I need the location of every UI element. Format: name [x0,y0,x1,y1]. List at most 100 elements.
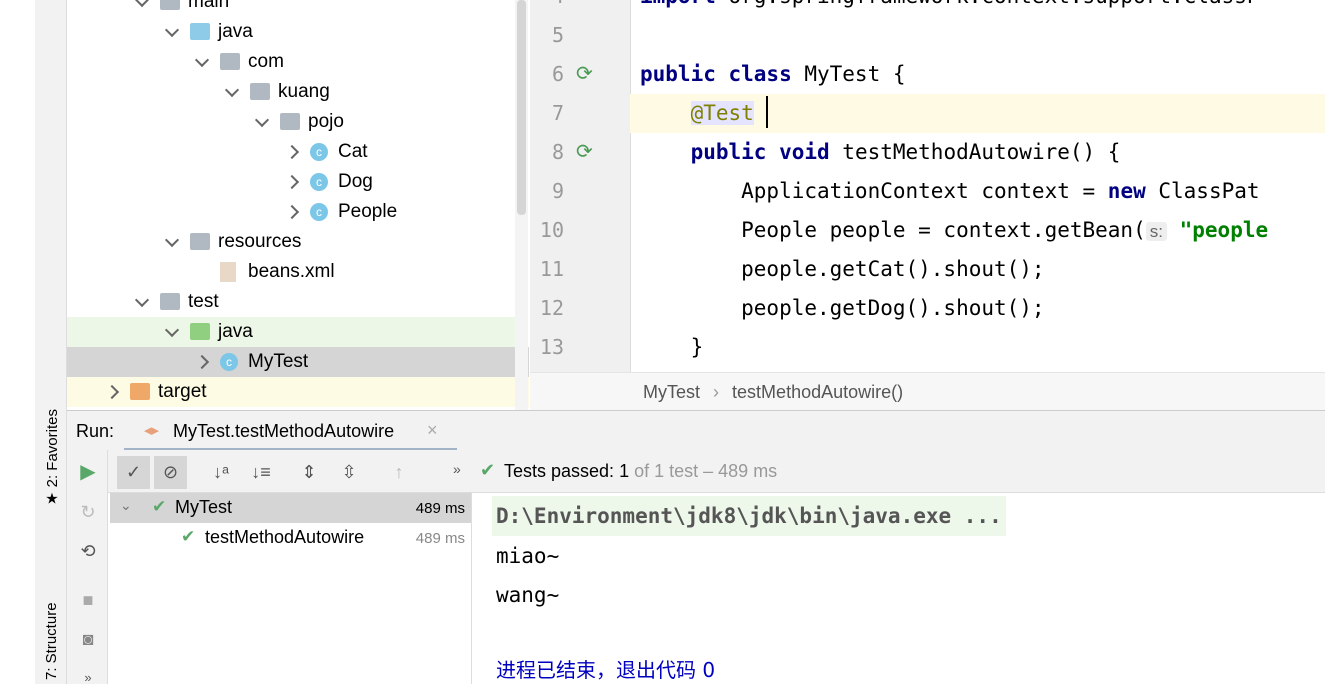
chevron-right-icon[interactable] [284,204,300,220]
test-class-icon: c [220,353,238,371]
tree-item-people[interactable]: c People [67,197,515,227]
tree-item-kuang[interactable]: kuang [67,77,515,107]
line-number: 11 [539,257,564,281]
chevron-down-icon[interactable] [134,292,150,308]
tree-item-label: Cat [338,141,368,162]
chevron-down-icon[interactable] [224,82,240,98]
screenshot-icon[interactable]: ◙ [75,626,101,652]
code-line: people.getDog().shout(); [640,296,1045,320]
run-tab[interactable]: ◂▸ MyTest.testMethodAutowire × [124,411,457,451]
class-icon: c [310,203,328,221]
code-line: public class MyTest { [640,62,906,86]
tree-item-java[interactable]: java [67,317,515,347]
test-folder-icon [190,323,210,340]
tree-item-label: java [218,21,253,42]
line-number: 13 [539,335,564,359]
package-icon [220,53,240,70]
chevron-down-icon[interactable] [164,232,180,248]
tree-item-resources[interactable]: resources [67,227,515,257]
run-side-toolbar: ▶ ↻ ⟲ ■ ◙ » [67,450,108,685]
text-cursor [766,96,768,128]
breadcrumb: MyTest › testMethodAutowire() [530,372,1325,410]
tree-item-label: MyTest [248,351,309,372]
tree-item-label: kuang [278,81,330,102]
chevron-right-icon[interactable] [284,174,300,190]
test-row-method[interactable]: ✔ testMethodAutowire 489 ms [110,523,471,553]
line-number: 8 [551,140,564,164]
show-passed-icon[interactable]: ✓ [117,456,150,489]
toggle-auto-test-icon[interactable]: ⟲ [75,538,101,564]
line-number: 4 [530,0,564,16]
code-line: public void testMethodAutowire() { [690,140,1121,164]
check-icon: ✔ [480,460,496,480]
chevron-down-icon[interactable] [134,0,150,8]
project-scrollbar[interactable] [515,0,528,410]
sort-alpha-icon[interactable]: ↓ᵃ [208,459,234,485]
folder-icon [160,0,180,10]
more-icon[interactable]: » [75,665,101,691]
stop-icon[interactable]: ■ [75,587,101,613]
tree-item-label: main [188,0,230,12]
close-tab-icon[interactable]: × [427,420,438,441]
tree-item-label: com [248,51,284,72]
code-line: ApplicationContext context = new ClassPa… [640,179,1260,203]
run-header: Run: ◂▸ MyTest.testMethodAutowire × [67,410,1325,451]
star-icon: ★ [45,490,59,508]
console-output[interactable]: D:\Environment\jdk8\jdk\bin\java.exe ...… [474,493,1325,684]
tree-item-label: test [188,291,219,312]
chevron-right-icon[interactable] [284,144,300,160]
structure-tab[interactable]: 7: Structure [43,602,60,680]
tree-item-label: beans.xml [248,261,335,282]
line-number: 12 [539,296,564,320]
chevron-down-icon[interactable] [164,322,180,338]
tree-item-target[interactable]: target [67,377,529,407]
tree-item-label: java [218,321,253,342]
chevron-right-icon[interactable] [104,384,120,400]
previous-failed-icon[interactable]: ↑ [386,459,412,485]
collapse-all-icon[interactable]: ⇳ [336,459,362,485]
tree-item-com[interactable]: com [67,47,515,77]
run-test-gutter-icon[interactable]: ⟳ [576,139,593,164]
tree-item-cat[interactable]: c Cat [67,137,515,167]
code-line: People people = context.getBean(s: "peop… [640,218,1269,242]
tree-item-beans-xml[interactable]: beans.xml [67,257,515,287]
console-line: wang~ [496,583,560,607]
chevron-down-icon[interactable] [164,22,180,38]
chevron-right-icon[interactable] [194,354,210,370]
chevron-down-icon[interactable] [194,52,210,68]
chevron-down-icon: ⌄ [120,497,132,513]
code-line: } [640,335,704,359]
tool-window-stripe: ★ 2: Favorites 7: Structure [35,0,67,684]
rerun-icon[interactable]: ▶ [75,459,101,485]
tree-item-java[interactable]: java [67,17,515,47]
test-results-tree: ⌄ ✔ MyTest 489 ms ✔ testMethodAutowire 4… [110,493,472,684]
tree-item-label: Dog [338,171,373,192]
class-icon: c [310,143,328,161]
show-ignored-icon[interactable]: ⊘ [154,456,187,489]
console-line: D:\Environment\jdk8\jdk\bin\java.exe ... [492,496,1006,536]
run-test-gutter-icon[interactable]: ⟳ [576,61,593,86]
chevron-down-icon[interactable] [254,112,270,128]
expand-all-icon[interactable]: ⇕ [296,459,322,485]
more-icon[interactable]: » [453,461,461,477]
sort-duration-icon[interactable]: ↓≡ [248,459,274,485]
test-toolbar: ✓ ⊘ ↓ᵃ ↓≡ ⇕ ⇳ ↑ » ✔ Tests passed: 1 of 1… [108,450,1325,493]
tree-item-dog[interactable]: c Dog [67,167,515,197]
tree-item-label: People [338,201,398,222]
tree-item-mytest[interactable]: c MyTest [67,347,529,377]
favorites-tab[interactable]: ★ 2: Favorites [43,409,61,508]
test-status: Tests passed: 1 of 1 test – 489 ms [504,461,778,481]
tree-item-main[interactable]: main [67,0,515,17]
breadcrumb-method[interactable]: testMethodAutowire() [732,382,903,402]
tree-item-label: pojo [308,111,344,132]
line-number: 10 [539,218,564,242]
console-line: 进程已结束，退出代码 0 [496,658,716,682]
code-line: people.getCat().shout(); [640,257,1045,281]
tree-item-pojo[interactable]: pojo [67,107,515,137]
rerun-failed-icon[interactable]: ↻ [75,499,101,525]
breadcrumb-class[interactable]: MyTest [643,382,700,402]
code-line: @Test [690,101,754,125]
test-row-mytest[interactable]: ⌄ ✔ MyTest 489 ms [110,493,471,523]
tree-item-test[interactable]: test [67,287,515,317]
check-icon: ✔ [181,527,196,546]
